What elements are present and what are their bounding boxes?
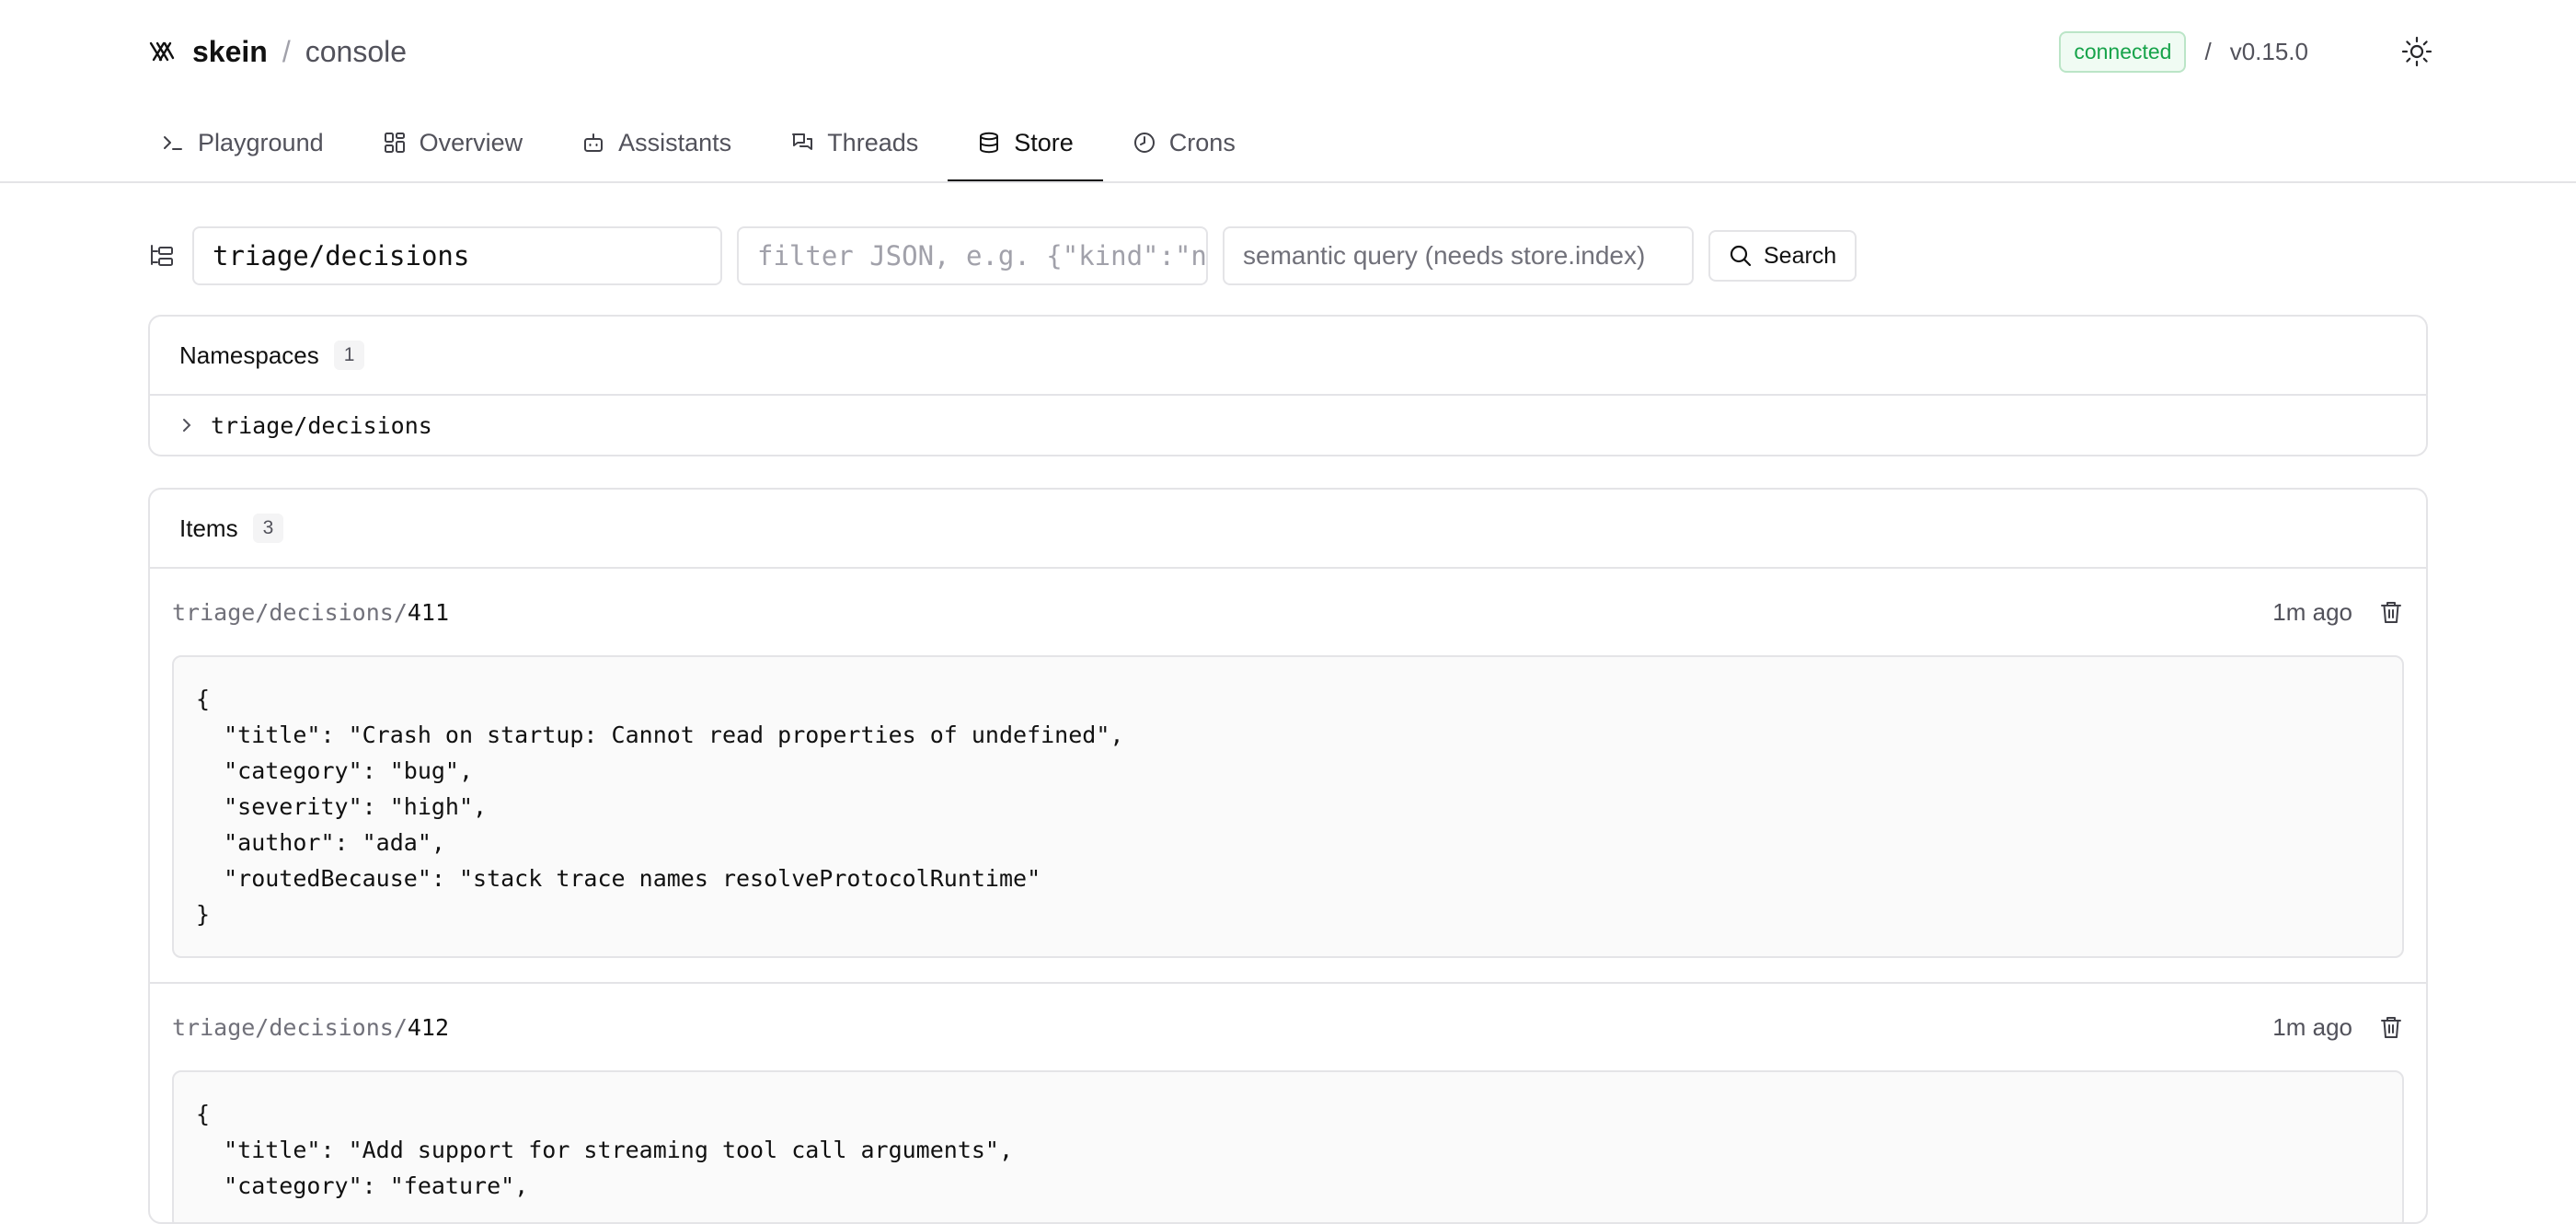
item-json-value: { "title": "Add support for streaming to… <box>172 1070 2404 1222</box>
tabs-divider <box>0 181 2576 183</box>
namespace-input[interactable]: triage/decisions <box>192 226 722 285</box>
item-key-id: 412 <box>407 1013 450 1041</box>
chevron-right-icon[interactable] <box>178 416 196 434</box>
search-button[interactable]: Search <box>1708 230 1857 282</box>
chat-icon <box>792 133 813 150</box>
items-title: Items <box>179 514 238 542</box>
store-search-bar: triage/decisions filter JSON, e.g. {"kin… <box>148 226 1857 285</box>
app-name: skein <box>192 34 268 68</box>
items-panel: Items 3 triage/decisions/411 1m ago { "t… <box>148 488 2428 1224</box>
tab-label: Crons <box>1168 128 1236 156</box>
skein-logo-icon <box>149 41 175 62</box>
namespace-tree-icon[interactable] <box>148 242 176 270</box>
item-json-value: { "title": "Crash on startup: Cannot rea… <box>172 655 2404 958</box>
item-key-id: 411 <box>407 598 450 626</box>
item-meta: 1m ago <box>2272 1013 2404 1042</box>
tab-crons[interactable]: Crons <box>1103 103 1265 182</box>
items-header: Items 3 <box>150 490 2426 569</box>
store-item-header: triage/decisions/411 1m ago <box>172 569 2404 655</box>
terminal-icon <box>164 136 182 150</box>
item-timestamp: 1m ago <box>2272 597 2352 626</box>
top-bar: skein / console connected / v0.15.0 <box>0 0 2576 103</box>
store-item: triage/decisions/411 1m ago { "title": "… <box>150 569 2426 984</box>
item-key: triage/decisions/411 <box>172 599 449 626</box>
brand[interactable]: skein / console <box>148 29 407 74</box>
tab-assistants[interactable]: Assistants <box>552 103 761 182</box>
item-meta: 1m ago <box>2272 598 2404 627</box>
tab-label: Store <box>1014 128 1074 156</box>
main-tabs: Playground Overview Assistants Threads S… <box>148 103 1265 182</box>
item-timestamp: 1m ago <box>2272 1012 2352 1041</box>
tab-label: Threads <box>827 128 919 156</box>
search-button-label: Search <box>1764 242 1837 269</box>
namespaces-count-badge: 1 <box>333 341 365 370</box>
theme-toggle-sun-icon[interactable] <box>2400 35 2433 68</box>
tab-overview[interactable]: Overview <box>353 103 553 182</box>
database-icon <box>980 132 999 154</box>
tab-label: Assistants <box>618 128 732 156</box>
store-item-header: triage/decisions/412 1m ago <box>172 984 2404 1070</box>
app-section: console <box>305 34 408 68</box>
json-filter-input[interactable]: filter JSON, e.g. {"kind":"note"} <box>737 226 1208 285</box>
clock-icon <box>1133 133 1155 153</box>
tab-label: Overview <box>419 128 523 156</box>
trash-icon[interactable] <box>2378 1014 2404 1040</box>
trash-icon[interactable] <box>2378 599 2404 625</box>
semantic-query-input[interactable]: semantic query (needs store.index) <box>1223 226 1694 285</box>
namespaces-header: Namespaces 1 <box>150 317 2426 396</box>
tab-threads[interactable]: Threads <box>761 103 948 182</box>
namespaces-title: Namespaces <box>179 341 319 369</box>
store-item: triage/decisions/412 1m ago { "title": "… <box>150 984 2426 1222</box>
bot-icon <box>584 133 604 152</box>
status-badge: connected <box>2059 30 2187 73</box>
item-key-prefix: triage/decisions/ <box>172 1013 408 1041</box>
item-key: triage/decisions/412 <box>172 1014 449 1041</box>
dashboard-icon <box>384 133 405 153</box>
brand-separator: / <box>282 34 291 68</box>
namespace-row[interactable]: triage/decisions <box>150 396 2426 455</box>
tab-label: Playground <box>198 128 324 156</box>
status-separator: / <box>2204 37 2212 65</box>
namespaces-panel: Namespaces 1 triage/decisions <box>148 315 2428 456</box>
item-key-prefix: triage/decisions/ <box>172 598 408 626</box>
namespace-label: triage/decisions <box>211 411 432 439</box>
version-label: v0.15.0 <box>2229 37 2308 65</box>
tab-store[interactable]: Store <box>948 103 1103 182</box>
tab-playground[interactable]: Playground <box>148 103 353 182</box>
items-count-badge: 3 <box>252 514 284 543</box>
connection-status: connected / v0.15.0 <box>2059 29 2308 74</box>
search-icon <box>1730 245 1752 267</box>
